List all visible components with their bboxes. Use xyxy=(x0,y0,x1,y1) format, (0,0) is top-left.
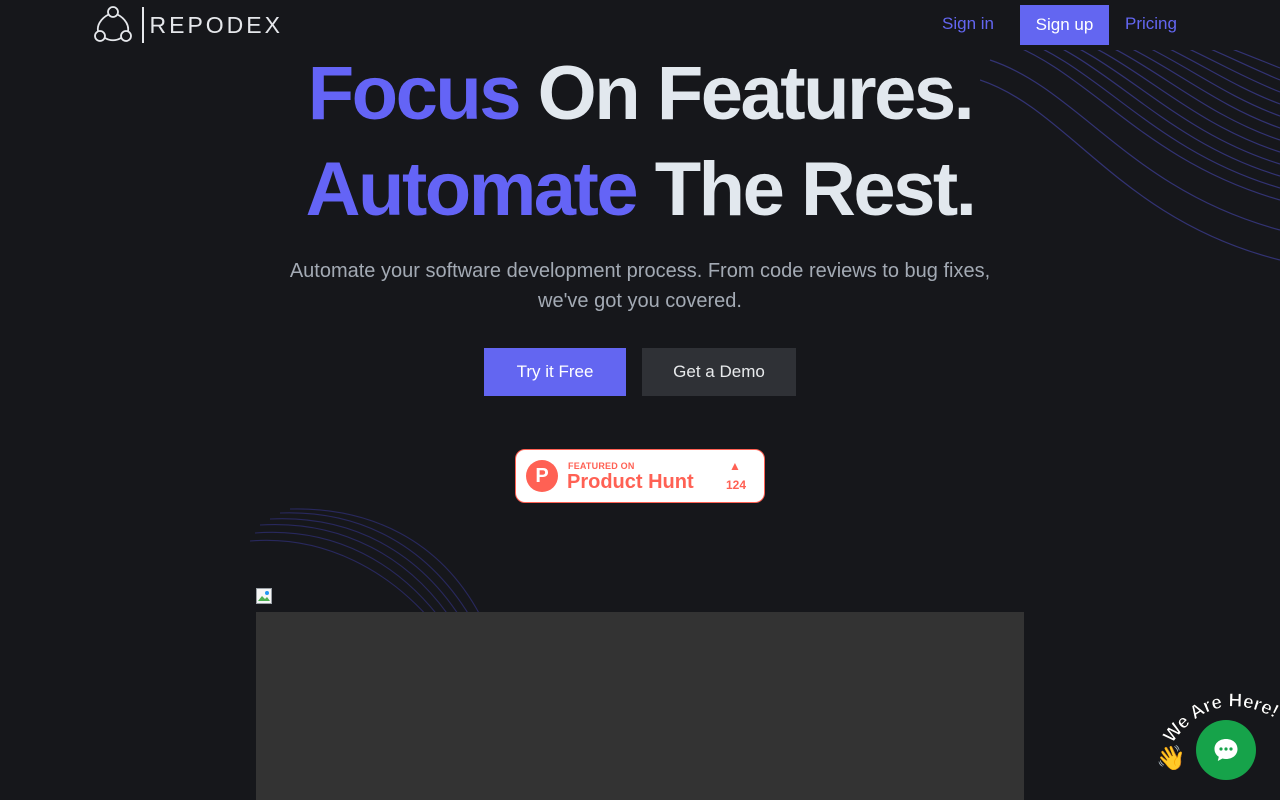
top-navbar: REPODEX Sign in Sign up Pricing xyxy=(0,0,1280,50)
brand-name: REPODEX xyxy=(149,11,283,38)
hero-subtitle: Automate your software development proce… xyxy=(240,256,1040,316)
hero-headline-line-2: Automate The Rest. xyxy=(0,152,1280,228)
hero-accent-word: Focus xyxy=(307,51,522,136)
sign-up-button[interactable]: Sign up xyxy=(1020,5,1109,45)
product-hunt-badge[interactable]: P FEATURED ON Product Hunt ▲ 124 xyxy=(515,449,765,503)
hero-headline-text: The Rest. xyxy=(654,147,977,232)
product-hunt-featured-label: FEATURED ON xyxy=(568,461,635,471)
broken-image-icon xyxy=(256,588,272,604)
hero-accent-word: Automate xyxy=(305,147,639,232)
product-hunt-upvote-count: 124 xyxy=(726,478,747,492)
hero-subtitle-line-2: we've got you covered. xyxy=(538,290,742,312)
pricing-link[interactable]: Pricing xyxy=(1125,14,1177,34)
decorative-waves-bottom-left xyxy=(249,508,480,625)
product-hunt-logo-icon: P xyxy=(526,460,558,492)
hero-headline-text: On Features. xyxy=(537,51,975,136)
product-preview-media[interactable] xyxy=(256,612,1024,800)
hero-headline-line-1: Focus On Features. xyxy=(0,56,1280,132)
chat-bubble-icon xyxy=(1214,739,1238,761)
logo-divider xyxy=(142,7,144,43)
waving-hand-icon: 👋 xyxy=(1156,745,1186,772)
try-it-free-button[interactable]: Try it Free xyxy=(484,348,626,396)
triangle-up-icon: ▲ xyxy=(729,459,741,473)
hero-subtitle-line-1: Automate your software development proce… xyxy=(289,260,991,282)
chat-open-button[interactable] xyxy=(1196,720,1256,780)
network-nodes-icon xyxy=(94,6,132,42)
brand-logo[interactable]: REPODEX xyxy=(92,4,283,46)
get-a-demo-button[interactable]: Get a Demo xyxy=(642,348,796,396)
sign-in-link[interactable]: Sign in xyxy=(942,14,994,34)
product-hunt-title: Product Hunt xyxy=(567,471,694,493)
